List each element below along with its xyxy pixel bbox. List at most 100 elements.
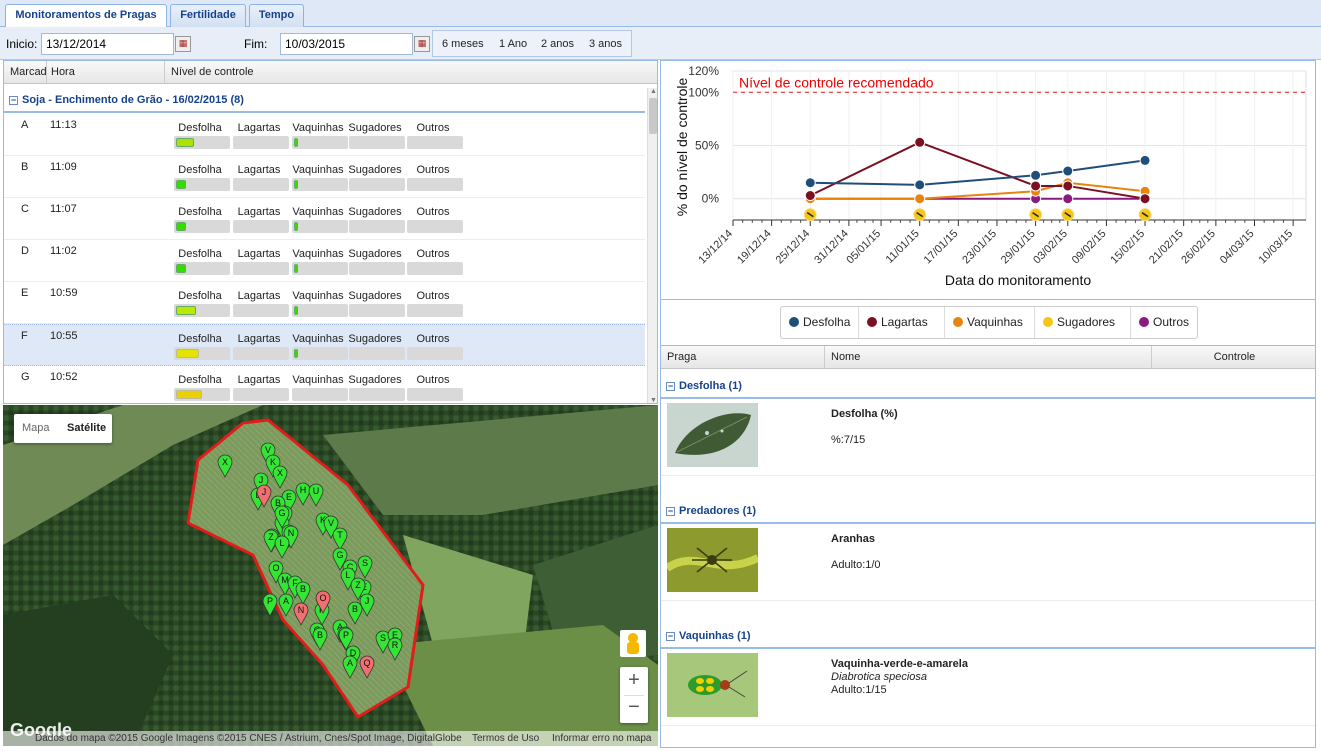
series-point-lagartas bbox=[804, 190, 816, 202]
level-label: Sugadores bbox=[348, 122, 402, 134]
pin-label: J bbox=[262, 487, 267, 497]
level-label: Vaquinhas bbox=[292, 206, 344, 218]
collapse-icon[interactable]: − bbox=[666, 382, 675, 391]
map-type-satelite-button[interactable]: Satélite bbox=[67, 422, 106, 434]
series-point-lagartas bbox=[1062, 180, 1074, 192]
tab-fertilidade[interactable]: Fertilidade bbox=[170, 4, 246, 27]
map-pin[interactable]: L bbox=[274, 535, 290, 559]
range-6-meses-button[interactable]: 6 meses bbox=[442, 38, 484, 50]
table-row[interactable]: A 11:13 Desfolha Lagartas Vaquinhas Sugadores… bbox=[4, 114, 645, 156]
legend-item-outros[interactable]: Outros bbox=[1131, 307, 1199, 338]
map-pin[interactable]: X bbox=[272, 465, 288, 489]
zoom-in-button[interactable]: + bbox=[620, 669, 648, 692]
map-pin-red[interactable]: N bbox=[293, 602, 309, 626]
fim-date-field[interactable] bbox=[280, 33, 413, 55]
range-1-ano-button[interactable]: 1 Ano bbox=[499, 38, 527, 50]
tab-tempo[interactable]: Tempo bbox=[249, 4, 304, 27]
pest-row[interactable]: Aranhas Adulto:1/0 bbox=[661, 525, 1315, 601]
level-bar bbox=[349, 388, 405, 401]
tab-monitoramentos[interactable]: Monitoramentos de Pragas bbox=[5, 4, 167, 28]
inicio-label: Inicio: bbox=[6, 37, 38, 51]
table-row[interactable]: E 10:59 Desfolha Lagartas Vaquinhas Sugadores… bbox=[4, 282, 645, 324]
map-pin[interactable]: X bbox=[217, 454, 233, 478]
map-report-link[interactable]: Informar erro no mapa bbox=[552, 733, 652, 744]
map-pin[interactable]: S bbox=[357, 555, 373, 579]
table-row[interactable]: D 11:02 Desfolha Lagartas Vaquinhas Sugadores… bbox=[4, 240, 645, 282]
map-pin-red[interactable]: Q bbox=[359, 655, 375, 679]
row-time: 11:13 bbox=[50, 119, 77, 131]
table-row[interactable]: C 11:07 Desfolha Lagartas Vaquinhas Sugadores… bbox=[4, 198, 645, 240]
legend-item-desfolha[interactable]: Desfolha bbox=[781, 307, 859, 338]
level-label: Sugadores bbox=[348, 248, 402, 260]
map-type-mapa-button[interactable]: Mapa bbox=[22, 422, 50, 434]
range-3-anos-button[interactable]: 3 anos bbox=[589, 38, 622, 50]
pest-value: Adulto:1/0 bbox=[831, 559, 881, 571]
table-row[interactable]: G 10:52 Desfolha Lagartas Vaquinhas Sugadores… bbox=[4, 366, 645, 403]
level-bar bbox=[349, 220, 405, 233]
pest-group-header[interactable]: − Predadores (1) bbox=[661, 499, 1315, 524]
map-pin-red[interactable]: O bbox=[315, 590, 331, 614]
pest-grid: Praga Nome Controle − Desfolha (1) Desfolh… bbox=[660, 345, 1316, 748]
pest-name: Aranhas bbox=[831, 533, 876, 545]
street-view-pegman-icon[interactable] bbox=[620, 630, 646, 657]
collapse-icon[interactable]: − bbox=[9, 96, 18, 105]
map-pin[interactable]: A bbox=[278, 593, 294, 617]
level-bar bbox=[233, 220, 289, 233]
map-pin[interactable]: T bbox=[332, 527, 348, 551]
collapse-icon[interactable]: − bbox=[666, 632, 675, 641]
col-nome[interactable]: Nome bbox=[825, 346, 1152, 369]
map-terms-link[interactable]: Termos de Uso bbox=[472, 733, 539, 744]
series-point-outros bbox=[1062, 193, 1074, 205]
zoom-out-button[interactable]: − bbox=[620, 696, 648, 719]
x-tick-label: 26/02/15 bbox=[1179, 228, 1218, 267]
satellite-map[interactable]: Mapa Satélite XVKXJLHEUBWIGDKVTFNZLGCSLO… bbox=[3, 405, 658, 746]
map-pin[interactable]: B bbox=[295, 581, 311, 605]
level-bar bbox=[174, 178, 230, 191]
level-label: Desfolha bbox=[178, 333, 222, 345]
map-pin[interactable]: R bbox=[387, 637, 403, 661]
pin-label: R bbox=[392, 640, 399, 650]
col-nivel[interactable]: Nível de controle bbox=[171, 66, 254, 78]
level-bar bbox=[174, 347, 230, 360]
calendar-icon[interactable]: ▦ bbox=[175, 36, 191, 52]
line-chart: 120% 100% 50% 0% 13/12/14 19/12/14 25/12/14 31/… bbox=[674, 64, 1307, 288]
legend-item-vaquinhas[interactable]: Vaquinhas bbox=[945, 307, 1035, 338]
map-pin[interactable]: B bbox=[312, 627, 328, 651]
map-pin[interactable]: J bbox=[359, 593, 375, 617]
col-hora[interactable]: Hora bbox=[51, 66, 75, 78]
level-bar bbox=[407, 220, 463, 233]
pest-row[interactable]: Vaquinha-verde-e-amarela Diabrotica speci… bbox=[661, 650, 1315, 726]
level-label: Outros bbox=[416, 164, 450, 176]
scroll-up-icon[interactable]: ▲ bbox=[650, 88, 657, 95]
map-pin[interactable]: A bbox=[342, 655, 358, 679]
table-row[interactable]: B 11:09 Desfolha Lagartas Vaquinhas Sugadores… bbox=[4, 156, 645, 198]
series-point-desfolha bbox=[1030, 169, 1042, 181]
pest-row[interactable]: Desfolha (%) %:7/15 bbox=[661, 400, 1315, 476]
scroll-thumb[interactable] bbox=[649, 98, 657, 134]
scroll-down-icon[interactable]: ▼ bbox=[650, 397, 657, 403]
table-row[interactable]: F 10:55 Desfolha Lagartas Vaquinhas Sugadores… bbox=[4, 324, 645, 366]
col-praga[interactable]: Praga bbox=[661, 346, 825, 369]
map-pin[interactable]: P bbox=[262, 593, 278, 617]
series-point-desfolha bbox=[1139, 154, 1151, 166]
calendar-icon[interactable]: ▦ bbox=[414, 36, 430, 52]
pin-label: T bbox=[337, 530, 343, 540]
map-pin[interactable]: U bbox=[308, 483, 324, 507]
map-pin-red[interactable]: J bbox=[256, 484, 272, 508]
col-marcador[interactable]: Marcad bbox=[10, 66, 46, 78]
pest-group-header[interactable]: − Desfolha (1) bbox=[661, 374, 1315, 399]
pest-group-header[interactable]: − Vaquinhas (1) bbox=[661, 624, 1315, 649]
y-tick-label: 50% bbox=[695, 139, 719, 153]
legend-item-sugadores[interactable]: Sugadores bbox=[1035, 307, 1131, 338]
group-header[interactable]: − Soja - Enchimento de Grão - 16/02/2015… bbox=[4, 88, 645, 113]
level-bar bbox=[407, 262, 463, 275]
col-controle[interactable]: Controle bbox=[1152, 346, 1315, 369]
group-title: Soja - Enchimento de Grão - 16/02/2015 (… bbox=[22, 94, 244, 106]
inicio-date-field[interactable] bbox=[41, 33, 174, 55]
grid-scrollbar[interactable]: ▲ ▼ bbox=[647, 88, 657, 403]
legend-item-lagartas[interactable]: Lagartas bbox=[859, 307, 945, 338]
level-bar bbox=[292, 304, 348, 317]
pin-label: U bbox=[313, 486, 320, 496]
collapse-icon[interactable]: − bbox=[666, 507, 675, 516]
range-2-anos-button[interactable]: 2 anos bbox=[541, 38, 574, 50]
